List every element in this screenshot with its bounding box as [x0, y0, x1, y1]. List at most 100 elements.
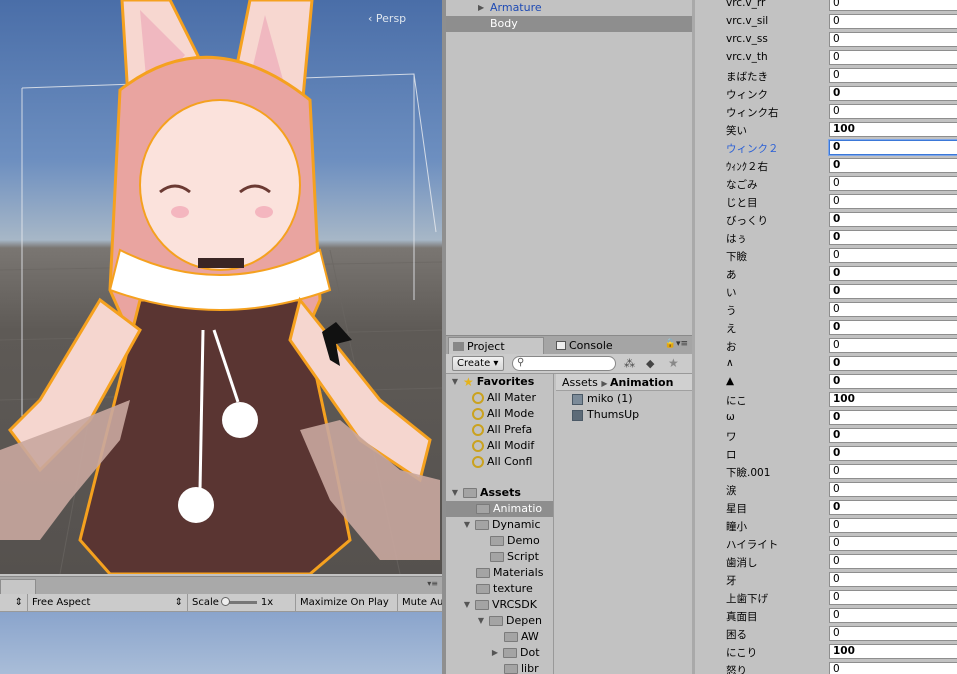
tree-item-all-prefabs[interactable]: All Prefa: [472, 422, 532, 438]
tree-item-all-materials[interactable]: All Mater: [472, 390, 536, 406]
tree-item-assets[interactable]: ▼ Assets: [450, 485, 521, 501]
tree-item-aw[interactable]: AW: [504, 629, 539, 645]
blendshape-value-field[interactable]: 0: [829, 482, 957, 497]
blendshape-value-field[interactable]: 0: [829, 590, 957, 605]
blendshape-value-field[interactable]: 0: [829, 662, 957, 674]
animation-clip-icon: [572, 409, 583, 421]
blendshape-value-field[interactable]: 0: [829, 212, 957, 227]
game-canvas[interactable]: [0, 612, 442, 674]
blendshape-value-field[interactable]: 0: [829, 608, 957, 623]
blendshape-value-field[interactable]: 0: [829, 176, 957, 191]
blendshape-value-field[interactable]: 0: [829, 302, 957, 317]
blendshape-row: ロ0: [695, 445, 957, 463]
tab-console[interactable]: Console: [552, 337, 642, 354]
hierarchy-item-body[interactable]: Body: [446, 16, 692, 32]
aspect-dropdown[interactable]: Free Aspect ⇕: [28, 593, 188, 612]
blendshape-value-field[interactable]: 0: [829, 248, 957, 263]
tree-item-dynamicbone[interactable]: ▼ Dynamic: [462, 517, 541, 533]
tree-item-demo[interactable]: Demo: [490, 533, 540, 549]
mute-audio-toggle[interactable]: Mute Au: [398, 594, 442, 612]
maximize-on-play-toggle[interactable]: Maximize On Play: [296, 593, 398, 612]
project-search-input[interactable]: ⚲: [512, 356, 616, 371]
tree-item-materials[interactable]: Materials: [476, 565, 543, 581]
blendshape-value-field[interactable]: 0: [829, 104, 957, 119]
filter-by-type-icon[interactable]: ⁂: [624, 357, 635, 370]
display-dropdown[interactable]: ⇕: [0, 593, 28, 612]
blendshape-value-field[interactable]: 0: [829, 338, 957, 353]
expand-arrow-icon[interactable]: ▼: [462, 517, 472, 533]
blendshape-value-field[interactable]: 100: [829, 122, 957, 137]
breadcrumb-current[interactable]: Animation: [610, 376, 673, 389]
persp-label[interactable]: ‹ Persp: [368, 12, 406, 25]
tree-item-scripts[interactable]: Script: [490, 549, 539, 565]
blendshape-value-field[interactable]: 0: [829, 32, 957, 47]
blendshape-row: vrc.v_sil 0: [695, 13, 957, 31]
expand-arrow-icon[interactable]: ▶: [490, 645, 500, 661]
expand-arrow-icon[interactable]: ▼: [450, 374, 460, 390]
expand-arrow-icon[interactable]: ▶: [478, 0, 484, 16]
scene-view[interactable]: ‹ Persp: [0, 0, 442, 574]
scale-control[interactable]: Scale 1x: [188, 593, 296, 612]
favorite-star-icon[interactable]: ★: [668, 356, 679, 370]
animator-controller-icon: [572, 393, 583, 405]
blendshape-value-field[interactable]: 0: [829, 428, 957, 443]
blendshape-value-field[interactable]: 0: [829, 50, 957, 65]
blendshape-label: 下瞼.001: [726, 467, 771, 479]
blendshape-value-field[interactable]: 0: [829, 554, 957, 569]
tree-item-libraries[interactable]: libr: [504, 661, 539, 674]
expand-arrow-icon[interactable]: ▼: [476, 613, 486, 629]
tree-item-label: All Prefa: [487, 423, 533, 436]
blendshape-value-field[interactable]: 0: [829, 158, 957, 173]
tree-item-all-models[interactable]: All Mode: [472, 406, 534, 422]
hierarchy-item-armature[interactable]: ▶ Armature: [446, 0, 692, 16]
blendshape-value-field[interactable]: 0: [829, 356, 957, 371]
filter-by-label-icon[interactable]: ◆: [646, 357, 654, 370]
tree-item-animation[interactable]: Animatio: [446, 501, 553, 517]
blendshape-value-field[interactable]: 0: [829, 518, 957, 533]
blendshape-value-field[interactable]: 0: [829, 572, 957, 587]
blendshape-value-field[interactable]: 0: [829, 140, 957, 155]
blendshape-value-field[interactable]: 0: [829, 446, 957, 461]
tab-project[interactable]: Project: [448, 337, 544, 354]
blendshape-value-field[interactable]: 0: [829, 194, 957, 209]
menu-icon[interactable]: ▾≡: [427, 579, 438, 588]
maximize-label: Maximize On Play: [300, 597, 389, 608]
blendshape-value-field[interactable]: 100: [829, 644, 957, 659]
blendshape-value-field[interactable]: 0: [829, 284, 957, 299]
slider-thumb[interactable]: [220, 597, 230, 606]
tree-item-all-conflicted[interactable]: All Confl: [472, 454, 532, 470]
blendshape-value-field[interactable]: 0: [829, 410, 957, 425]
blendshape-value-field[interactable]: 0: [829, 500, 957, 515]
blendshape-value-field[interactable]: 0: [829, 230, 957, 245]
lock-icon[interactable]: 🔒▾≡: [665, 339, 688, 349]
blendshape-label: vrc.v_th: [726, 51, 768, 63]
blendshape-value-field[interactable]: 0: [829, 536, 957, 551]
tree-item-dependencies[interactable]: ▼ Depen: [476, 613, 542, 629]
blendshape-label: ∧: [726, 357, 734, 369]
blendshape-value-field[interactable]: 0: [829, 0, 957, 11]
breadcrumb-root[interactable]: Assets: [562, 376, 598, 389]
blendshape-value-field[interactable]: 0: [829, 266, 957, 281]
blendshape-value-field[interactable]: 0: [829, 320, 957, 335]
blendshape-label: ハイライト: [726, 539, 779, 551]
blendshape-value-field[interactable]: 0: [829, 68, 957, 83]
create-button[interactable]: Create ▾: [452, 356, 504, 371]
tree-item-favorites[interactable]: ▼ ★ Favorites: [450, 374, 534, 390]
blendshape-value-field[interactable]: 0: [829, 464, 957, 479]
blendshape-value-field[interactable]: 100: [829, 392, 957, 407]
asset-item-miko[interactable]: miko (1): [572, 391, 633, 407]
tree-item-all-modified[interactable]: All Modif: [472, 438, 534, 454]
blendshape-value-field[interactable]: 0: [829, 86, 957, 101]
scale-label: Scale: [192, 597, 219, 608]
tree-item-dot[interactable]: ▶ Dot: [490, 645, 540, 661]
blendshape-value-field[interactable]: 0: [829, 626, 957, 641]
blendshape-value-field[interactable]: 0: [829, 374, 957, 389]
tree-item-label: texture: [493, 582, 533, 595]
tree-item-texture[interactable]: texture: [476, 581, 533, 597]
expand-arrow-icon[interactable]: ▼: [462, 597, 472, 613]
tree-item-vrcsdk[interactable]: ▼ VRCSDK: [462, 597, 537, 613]
scale-slider[interactable]: [220, 597, 257, 606]
blendshape-value-field[interactable]: 0: [829, 14, 957, 29]
expand-arrow-icon[interactable]: ▼: [450, 485, 460, 501]
asset-item-thumsup[interactable]: ThumsUp: [572, 407, 639, 423]
